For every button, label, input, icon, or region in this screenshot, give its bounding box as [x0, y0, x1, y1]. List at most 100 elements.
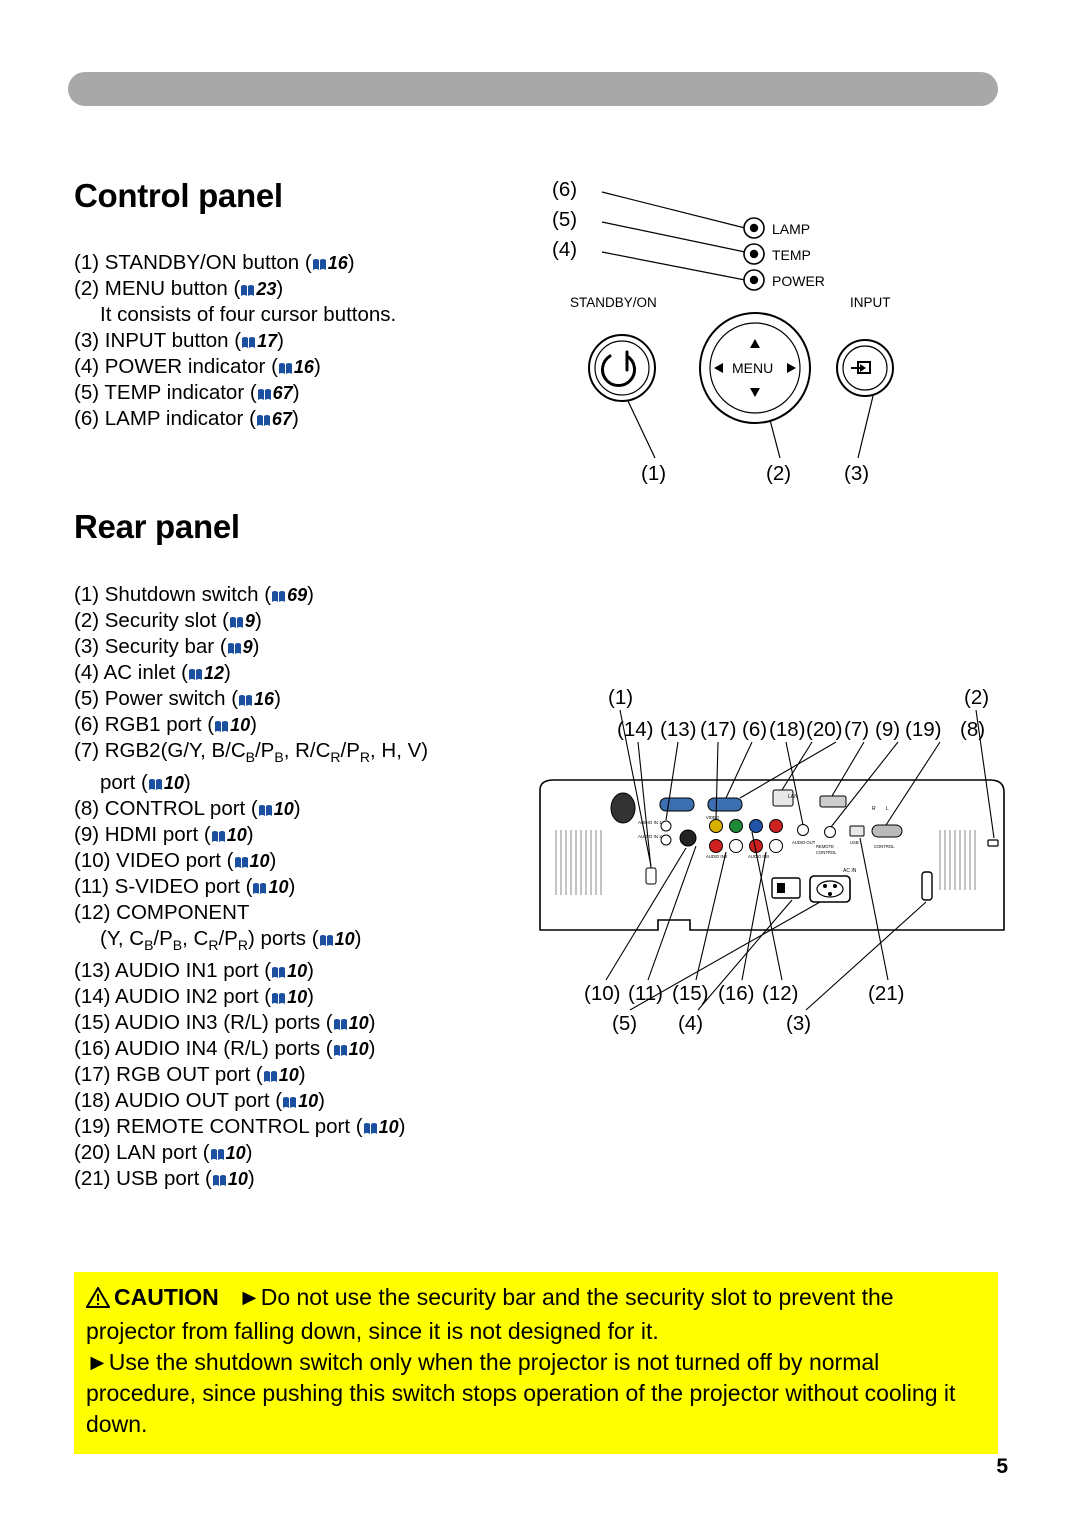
- caution-label: CAUTION: [114, 1284, 219, 1310]
- list-item-label: AUDIO IN1 port (10): [115, 959, 314, 983]
- page-reference: 10: [278, 1065, 299, 1086]
- list-item: (14) AUDIO IN2 port (10): [74, 984, 428, 1010]
- page-reference: 10: [273, 799, 294, 820]
- page-reference: 10: [249, 851, 270, 872]
- svg-text:REMOTE: REMOTE: [816, 844, 834, 849]
- list-item: (18) AUDIO OUT port (10): [74, 1088, 428, 1114]
- page-reference: 67: [271, 409, 292, 429]
- list-item-number: (13): [74, 959, 116, 983]
- svg-text:AUDIO IN4: AUDIO IN4: [748, 854, 770, 859]
- list-item: (5) TEMP indicator (67): [74, 380, 396, 406]
- page-reference: 10: [334, 929, 355, 950]
- list-item-number: (3): [74, 635, 105, 658]
- callout-13-rear: (13): [660, 718, 697, 741]
- book-ref-icon: [312, 258, 327, 271]
- book-ref-icon: [258, 804, 273, 817]
- list-item-number: (16): [74, 1037, 116, 1061]
- list-item: (10) VIDEO port (10): [74, 848, 428, 874]
- callout-5-control: (5): [552, 208, 578, 231]
- control-panel-diagram: LAMP TEMP POWER STANDBY/ON MENU INPUT (6…: [540, 170, 1020, 500]
- svg-text:STANDBY/ON: STANDBY/ON: [570, 295, 657, 310]
- caution-arrow-icon-2: ►: [86, 1349, 109, 1375]
- list-item-number: (10): [74, 849, 117, 873]
- svg-text:CONTROL: CONTROL: [816, 850, 837, 855]
- svg-text:LAMP: LAMP: [772, 221, 810, 237]
- list-item-label: RGB1 port (10): [104, 713, 257, 736]
- list-item: (20) LAN port (10): [74, 1140, 428, 1166]
- callout-18-rear: (18): [769, 718, 806, 741]
- page-reference: 10: [348, 1039, 369, 1060]
- caution-box: CAUTION ►Do not use the security bar and…: [74, 1272, 998, 1454]
- list-item: (Y, CB/PB, CR/PR) ports (10): [74, 926, 428, 958]
- list-item-number: (4): [74, 355, 105, 378]
- page-reference: 10: [226, 825, 247, 846]
- list-item-label: LAN port (10): [116, 1141, 253, 1165]
- list-item: (21) USB port (10): [74, 1166, 428, 1192]
- book-ref-icon: [257, 388, 272, 401]
- page-reference: 10: [225, 1143, 246, 1164]
- control-panel-item-list: (1) STANDBY/ON button (16) (2) MENU butto…: [74, 250, 396, 432]
- callout-2-control: (2): [766, 462, 792, 485]
- list-item-number: (7): [74, 739, 105, 762]
- svg-text:CONTROL: CONTROL: [874, 844, 895, 849]
- page-reference: 10: [348, 1013, 369, 1034]
- caution-second-line: ►Use the shutdown switch only when the p…: [86, 1347, 986, 1440]
- callout-9-rear: (9): [875, 718, 901, 741]
- callout-17-rear: (17): [700, 718, 737, 741]
- svg-text:MENU: MENU: [732, 360, 773, 376]
- page-reference: 16: [327, 253, 348, 273]
- page-reference: 10: [298, 1091, 319, 1112]
- caution-first-line: CAUTION ►Do not use the security bar and…: [85, 1282, 986, 1347]
- manual-page: Part names Control panel (1) STANDBY/ON …: [0, 0, 1080, 1532]
- callout-1-control: (1): [641, 462, 667, 485]
- list-item: (13) AUDIO IN1 port (10): [74, 958, 428, 984]
- list-item-label: It consists of four cursor buttons.: [100, 303, 397, 326]
- list-item-number: (15): [74, 1011, 116, 1035]
- rear-panel-diagram: LAN AUDIO IN 1 AUDIO IN 2 AUDIO IN3 AUDI…: [520, 680, 1060, 1060]
- list-item-label: RGB2(G/Y, B/CB/PB, R/CR/PR, H, V): [104, 739, 429, 766]
- list-item-number: (4): [74, 661, 104, 684]
- book-ref-icon: [263, 1070, 278, 1083]
- list-item: port (10): [74, 770, 428, 796]
- list-item: It consists of four cursor buttons.: [74, 302, 396, 328]
- list-item: (4) AC inlet (12): [74, 660, 428, 686]
- list-item: (4) POWER indicator (16): [74, 354, 396, 380]
- list-item-number: (12): [74, 901, 117, 925]
- page-header-bar: [68, 72, 998, 106]
- warning-triangle-icon: [85, 1285, 111, 1316]
- list-item: (7) RGB2(G/Y, B/CB/PB, R/CR/PR, H, V): [74, 738, 428, 770]
- book-ref-icon: [252, 882, 267, 895]
- page-reference: 16: [293, 357, 314, 377]
- callout-15-rear: (15): [672, 982, 709, 1005]
- callout-3-control: (3): [844, 462, 870, 485]
- list-item-number: (17): [74, 1063, 117, 1087]
- list-item-label: AUDIO IN3 (R/L) ports (10): [115, 1011, 376, 1035]
- book-ref-icon: [333, 1044, 348, 1057]
- svg-text:USB: USB: [850, 840, 859, 845]
- list-item-number: (20): [74, 1141, 117, 1165]
- page-reference: 10: [268, 877, 289, 898]
- list-item-number: (6): [74, 713, 105, 736]
- svg-text:INPUT: INPUT: [850, 295, 891, 310]
- callout-21-rear: (21): [868, 982, 905, 1005]
- list-item-label: AUDIO IN4 (R/L) ports (10): [115, 1037, 376, 1061]
- list-item: (11) S-VIDEO port (10): [74, 874, 428, 900]
- list-item-label: HDMI port (10): [104, 823, 254, 847]
- callout-4-rear: (4): [678, 1012, 704, 1035]
- list-item-label: AC inlet (12): [103, 661, 231, 684]
- list-item: (19) REMOTE CONTROL port (10): [74, 1114, 428, 1140]
- page-number: 5: [996, 1455, 1008, 1478]
- list-item: (3) Security bar (9): [74, 634, 428, 660]
- svg-text:L: L: [886, 806, 889, 812]
- list-item: (15) AUDIO IN3 (R/L) ports (10): [74, 1010, 428, 1036]
- list-item-label: STANDBY/ON button (16): [104, 251, 355, 274]
- list-item-label: Security bar (9): [104, 635, 260, 658]
- list-item-label: (Y, CB/PB, CR/PR) ports (10): [100, 927, 362, 954]
- list-item: (2) Security slot (9): [74, 608, 428, 634]
- section-heading-rear-panel: Rear panel: [74, 508, 240, 545]
- list-item-label: INPUT button (17): [104, 329, 284, 352]
- callout-10-rear: (10): [584, 982, 621, 1005]
- book-ref-icon: [212, 1174, 227, 1187]
- list-item: (12) COMPONENT: [74, 900, 428, 926]
- list-item-number: (21): [74, 1167, 117, 1191]
